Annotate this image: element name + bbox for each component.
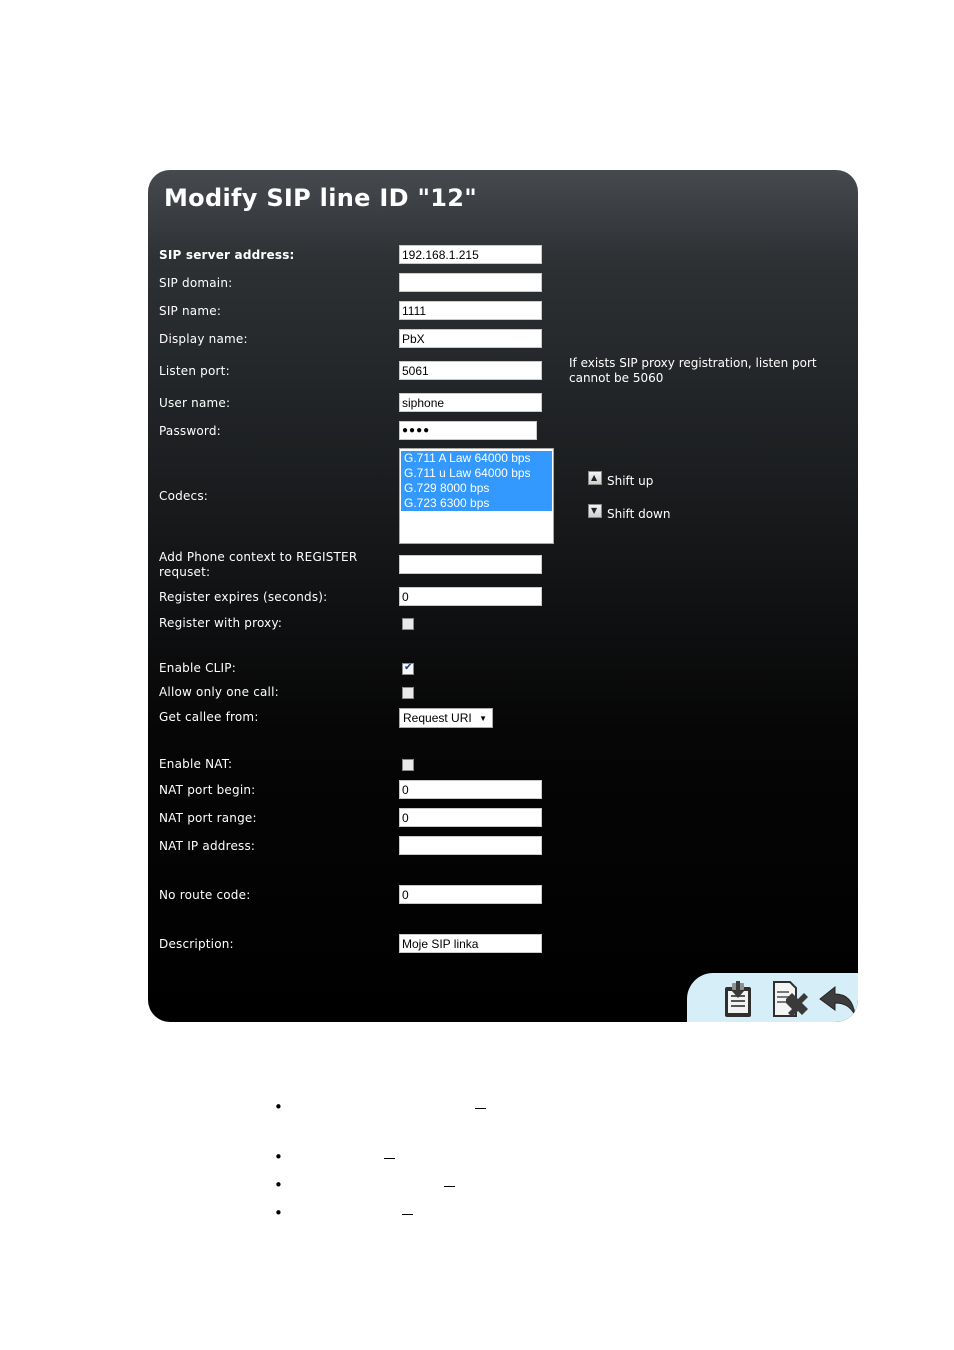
codec-option[interactable]: G.711 A Law 64000 bps — [401, 451, 552, 466]
page-title: Modify SIP line ID "12" — [164, 184, 478, 212]
nat-port-begin-input[interactable]: 0 — [399, 780, 542, 799]
chevron-down-icon: ▼ — [479, 714, 487, 723]
description-label: Description: — [159, 937, 234, 951]
arrow-down-icon: ▼ — [591, 506, 598, 515]
nat-ip-address-label: NAT IP address: — [159, 839, 256, 853]
sip-domain-label: SIP domain: — [159, 276, 233, 290]
sip-domain-input[interactable] — [399, 273, 542, 292]
delete-button[interactable] — [770, 979, 810, 1022]
shift-up-button[interactable]: ▲ — [588, 471, 602, 485]
sip-name-label: SIP name: — [159, 304, 222, 318]
delete-icon — [773, 981, 808, 1017]
bullet: • — [274, 1148, 283, 1166]
allow-one-call-label: Allow only one call: — [159, 685, 279, 699]
bullet: • — [274, 1176, 283, 1194]
description-input[interactable]: Moje SIP linka — [399, 934, 542, 953]
codec-option[interactable]: G.729 8000 bps — [401, 481, 552, 496]
bullet: • — [274, 1098, 283, 1116]
codecs-label: Codecs: — [159, 489, 209, 503]
checkmark-icon: ✔ — [404, 662, 413, 673]
dash-mark — [444, 1186, 455, 1187]
get-callee-from-select[interactable]: Request URI ▼ — [399, 708, 493, 728]
shift-down-button[interactable]: ▼ — [588, 504, 602, 518]
nat-ip-address-input[interactable] — [399, 836, 542, 855]
save-icon — [725, 981, 751, 1017]
get-callee-from-label: Get callee from: — [159, 710, 259, 724]
register-with-proxy-label: Register with proxy: — [159, 616, 283, 630]
sip-server-address-input[interactable]: 192.168.1.215 — [399, 245, 542, 264]
user-name-input[interactable]: siphone — [399, 393, 542, 412]
shift-down-label[interactable]: Shift down — [607, 507, 670, 522]
phone-context-label: Add Phone context to REGISTER requset: — [159, 550, 358, 579]
codecs-listbox[interactable]: G.711 A Law 64000 bps G.711 u Law 64000 … — [399, 448, 554, 544]
action-toolbar — [687, 973, 858, 1022]
nat-port-range-input[interactable]: 0 — [399, 808, 542, 827]
no-route-code-input[interactable]: 0 — [399, 885, 542, 904]
enable-clip-label: Enable CLIP: — [159, 661, 236, 675]
codec-option[interactable]: G.711 u Law 64000 bps — [401, 466, 552, 481]
phone-context-input[interactable] — [399, 555, 542, 574]
sip-name-input[interactable]: 1111 — [399, 301, 542, 320]
arrow-up-icon: ▲ — [591, 473, 598, 482]
codec-option[interactable]: G.723 6300 bps — [401, 496, 552, 511]
password-label: Password: — [159, 424, 221, 438]
no-route-code-label: No route code: — [159, 888, 251, 902]
dash-mark — [384, 1158, 395, 1159]
enable-nat-checkbox[interactable] — [402, 759, 414, 771]
save-button[interactable] — [721, 979, 761, 1022]
get-callee-from-value: Request URI — [403, 711, 472, 725]
dash-mark — [475, 1108, 486, 1109]
password-input[interactable]: ●●●● — [399, 421, 537, 440]
modify-sip-line-dialog: Modify SIP line ID "12" SIP server addre… — [148, 170, 858, 1022]
allow-one-call-checkbox[interactable] — [402, 687, 414, 699]
shift-up-label[interactable]: Shift up — [607, 474, 653, 489]
listen-port-note: If exists SIP proxy registration, listen… — [569, 356, 817, 385]
enable-nat-label: Enable NAT: — [159, 757, 233, 771]
bullet: • — [274, 1204, 283, 1222]
enable-clip-checkbox[interactable]: ✔ — [402, 662, 414, 675]
register-expires-input[interactable]: 0 — [399, 587, 542, 606]
listen-port-label: Listen port: — [159, 364, 230, 378]
nat-port-range-label: NAT port range: — [159, 811, 257, 825]
back-button[interactable] — [817, 979, 857, 1022]
register-with-proxy-checkbox[interactable] — [402, 618, 414, 630]
back-icon — [819, 985, 856, 1016]
display-name-input[interactable]: PbX — [399, 329, 542, 348]
display-name-label: Display name: — [159, 332, 248, 346]
dash-mark — [402, 1214, 413, 1215]
register-expires-label: Register expires (seconds): — [159, 590, 328, 604]
listen-port-input[interactable]: 5061 — [399, 361, 542, 380]
nat-port-begin-label: NAT port begin: — [159, 783, 256, 797]
user-name-label: User name: — [159, 396, 231, 410]
sip-server-address-label: SIP server address: — [159, 248, 295, 262]
